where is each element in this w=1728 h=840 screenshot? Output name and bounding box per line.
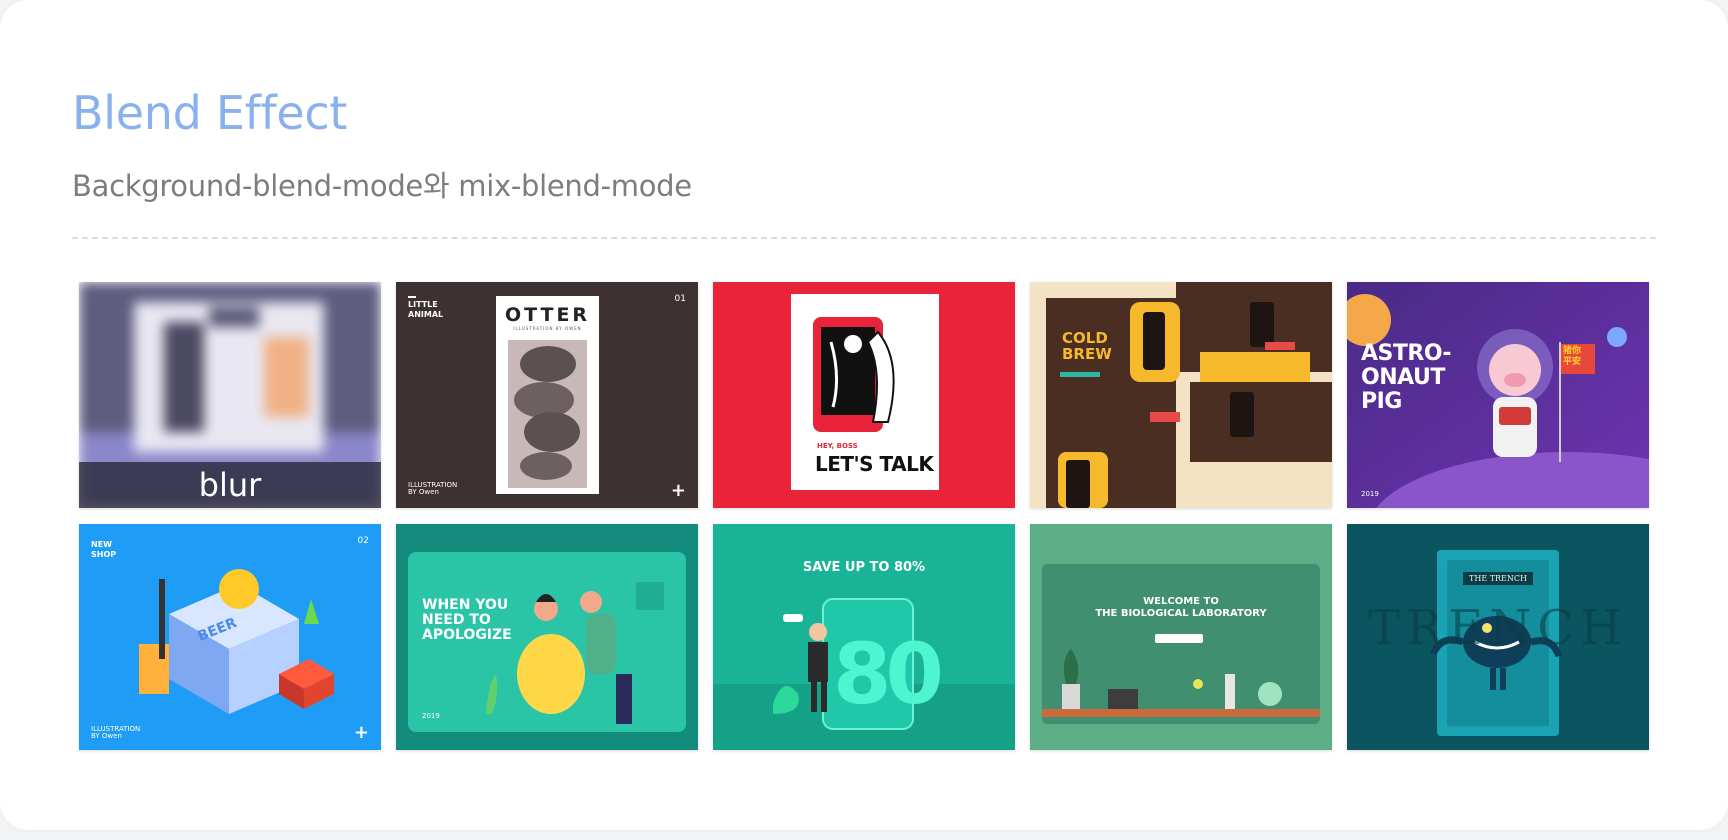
otter-page-number: 01	[674, 294, 686, 304]
gallery-item-apologize[interactable]: WHEN YOU NEED TO APOLOGIZE 2019	[396, 524, 698, 750]
plus-icon[interactable]: +	[671, 480, 686, 501]
gallery-item-lets-talk[interactable]: HEY, BOSS LET'S TALK	[713, 282, 1015, 508]
laboratory-heading: WELCOME TO THE BIOLOGICAL LABORATORY	[1095, 596, 1267, 619]
cold-brew-heading: COLD BREW	[1062, 329, 1112, 363]
blur-caption: blur	[79, 462, 381, 508]
page-title: Blend Effect	[72, 86, 348, 140]
gallery-item-new-shop[interactable]: NEW SHOP BEER 02 ILLUSTRATION BY Owen +	[79, 524, 381, 750]
lets-talk-kicker: HEY, BOSS	[817, 442, 858, 450]
otter-footer: ILLUSTRATION BY Owen	[408, 481, 458, 496]
lets-talk-heading: LET'S TALK	[815, 452, 934, 476]
new-shop-page-number: 02	[357, 536, 369, 546]
gallery-item-otter[interactable]: LITTLE ANIMAL OTTER ILLUSTRATION BY OWEN…	[396, 282, 698, 508]
dashed-divider	[72, 237, 1656, 239]
gallery-item-astronaut-pig[interactable]: ASTRO- ONAUT PIG 猪你 平安 2019	[1347, 282, 1649, 508]
page-subtitle: Background-blend-mode와 mix-blend-mode	[72, 169, 692, 203]
astronaut-pig-heading: ASTRO- ONAUT PIG	[1361, 341, 1452, 414]
otter-subheading: ILLUSTRATION BY OWEN	[513, 326, 582, 331]
new-shop-footer: ILLUSTRATION BY Owen	[91, 725, 141, 740]
cold-brew-web-mockup-image	[1030, 282, 1332, 508]
gallery-item-the-trench[interactable]: TRENCH THE TRENCH	[1347, 524, 1649, 750]
beer-shop-isometric-image	[79, 524, 381, 750]
trench-heading: THE TRENCH	[1463, 572, 1533, 585]
apologize-year: 2019	[422, 712, 440, 720]
apologize-heading: WHEN YOU NEED TO APOLOGIZE	[422, 597, 512, 643]
astronaut-pig-flag: 猪你 平安	[1563, 346, 1582, 367]
otter-heading: OTTER	[504, 304, 591, 326]
gallery-item-cold-brew[interactable]: COLD BREW	[1030, 282, 1332, 508]
save-80-number: 80	[833, 625, 944, 723]
gallery-item-blur[interactable]: blur	[79, 282, 381, 508]
save-80-heading: SAVE UP TO 80%	[802, 560, 926, 575]
otter-kicker: LITTLE ANIMAL	[408, 300, 444, 319]
astronaut-pig-year: 2019	[1361, 490, 1379, 498]
plus-icon[interactable]: +	[354, 722, 369, 743]
gallery-item-biological-laboratory[interactable]: WELCOME TO THE BIOLOGICAL LABORATORY	[1030, 524, 1332, 750]
image-gallery: blur LITTLE ANIMAL OTTER ILLUSTRATION BY…	[79, 282, 1649, 750]
gallery-item-save-80[interactable]: SAVE UP TO 80% 80	[713, 524, 1015, 750]
biological-laboratory-illustration-image	[1030, 524, 1332, 750]
trench-watermark: TRENCH	[1368, 600, 1628, 656]
new-shop-kicker: NEW SHOP	[91, 540, 117, 559]
blend-effect-card: Blend Effect Background-blend-mode와 mix-…	[0, 0, 1728, 830]
